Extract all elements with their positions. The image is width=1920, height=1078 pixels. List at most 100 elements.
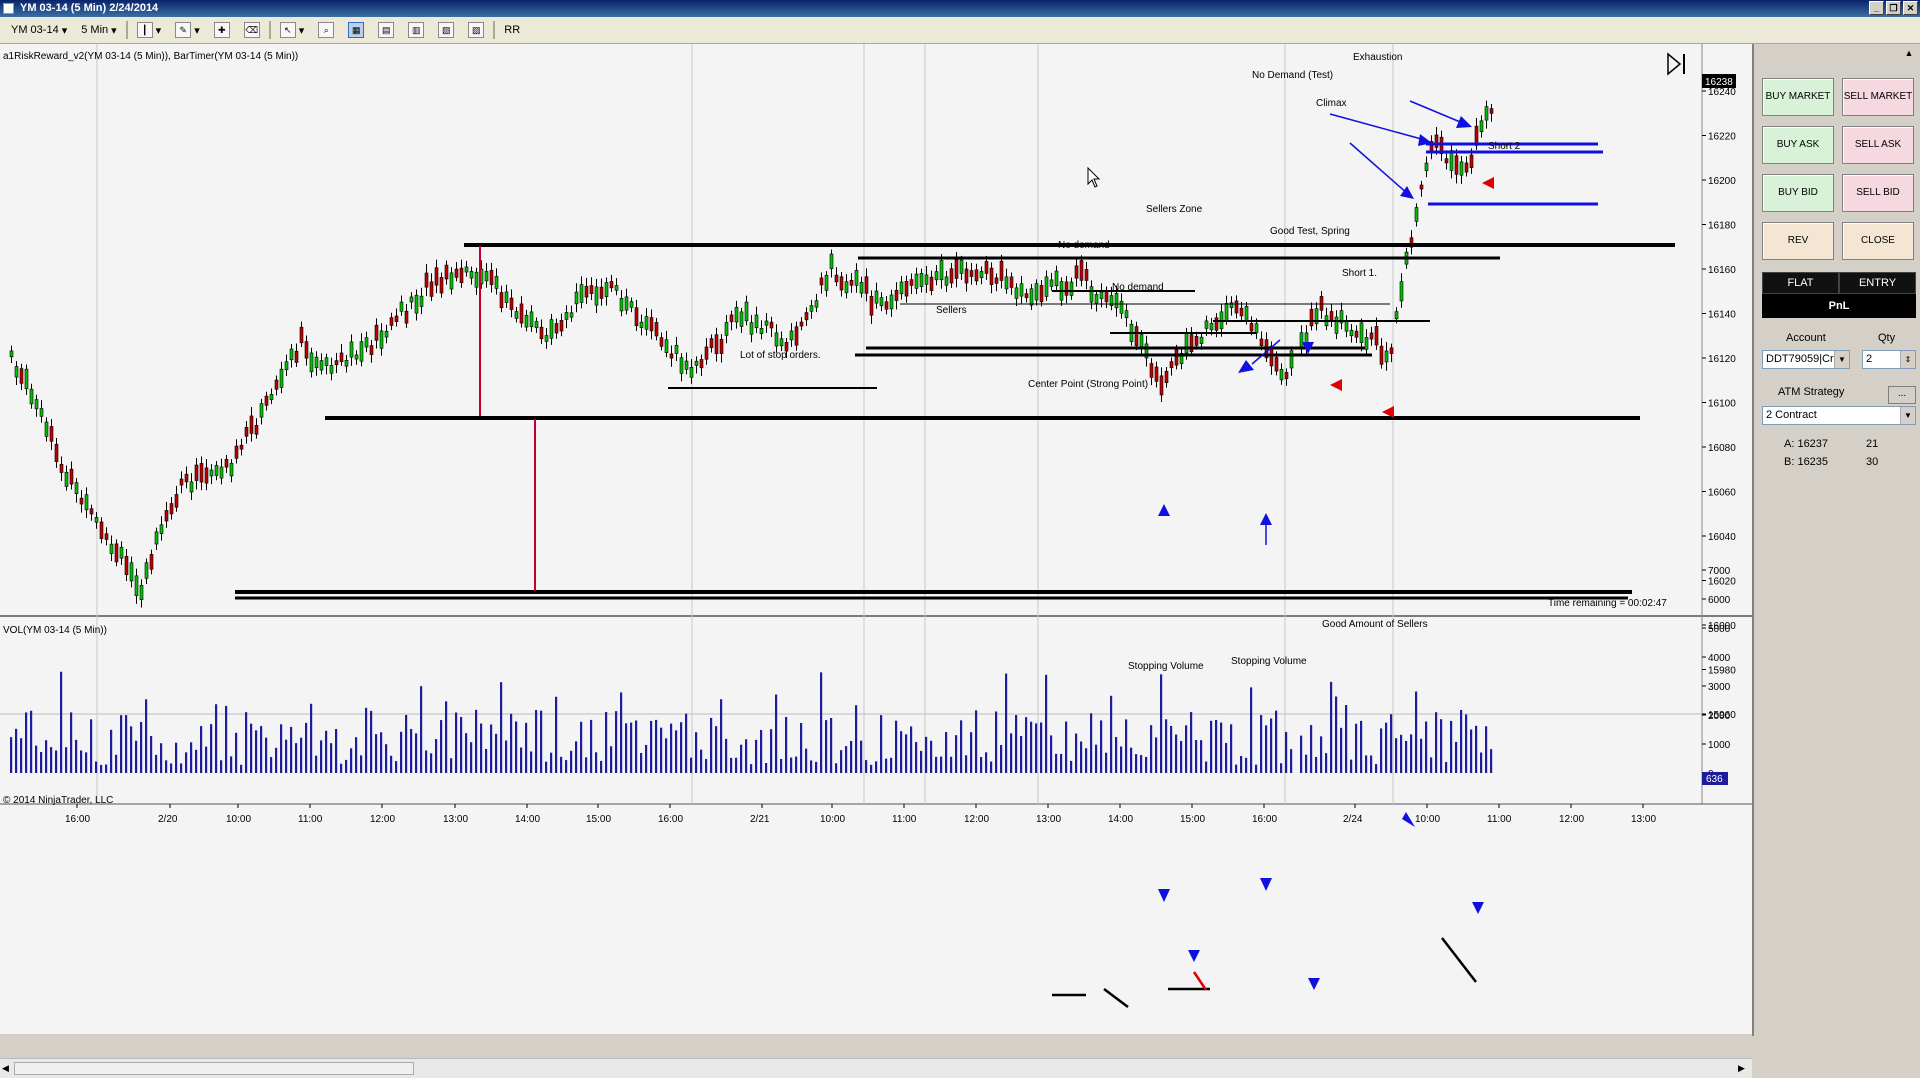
sell-bid-button[interactable]: SELL BID: [1842, 174, 1914, 212]
volume-bar: [1165, 719, 1168, 773]
annotation-no-demand-2: No demand: [1112, 282, 1164, 293]
volume-bar: [565, 760, 568, 773]
volume-bar: [230, 756, 233, 773]
volume-bar: [1285, 731, 1288, 773]
buy-market-button[interactable]: BUY MARKET: [1762, 78, 1834, 116]
volume-bar: [420, 686, 423, 773]
volume-bar: [925, 736, 928, 773]
price-tick: 16180: [1702, 221, 1736, 232]
volume-bar: [700, 749, 703, 773]
remove-drawings-button[interactable]: ⌫: [239, 20, 265, 40]
volume-tick-label: 3000: [1708, 682, 1731, 693]
volume-bar: [145, 699, 148, 773]
volume-bar: [365, 707, 368, 773]
zoom-button[interactable]: ⌕: [313, 20, 339, 40]
scroll-left-icon[interactable]: ◀: [2, 1063, 12, 1074]
volume-bar: [75, 739, 78, 773]
restore-button[interactable]: ❐: [1886, 1, 1901, 15]
window-title: YM 03-14 (5 Min) 2/24/2014: [20, 2, 159, 14]
volume-bar: [570, 750, 573, 773]
volume-bar: [40, 752, 43, 773]
chart-canvas[interactable]: a1RiskReward_v2(YM 03-14 (5 Min)), BarTi…: [0, 44, 1752, 1014]
volume-bar: [1010, 733, 1013, 773]
entry-tab[interactable]: ENTRY: [1839, 272, 1916, 294]
annotation-sellers-zone: Sellers Zone: [1146, 204, 1203, 215]
sell-market-button[interactable]: SELL MARKET: [1842, 78, 1914, 116]
volume-bar: [960, 720, 963, 773]
volume-bar: [305, 722, 308, 773]
volume-bar: [905, 734, 908, 773]
chart-trader-button[interactable]: ▦: [343, 20, 369, 40]
volume-bar: [1275, 710, 1278, 773]
flat-tab[interactable]: FLAT: [1762, 272, 1839, 294]
rr-button[interactable]: RR: [499, 20, 525, 40]
atm-strategy-options-button[interactable]: ...: [1888, 386, 1916, 404]
volume-bar: [315, 755, 318, 773]
annotation-stop-orders: Lot of stop orders.: [740, 350, 821, 361]
cursor-mode-button[interactable]: ↖ ▾: [275, 20, 310, 40]
volume-bar: [1125, 719, 1128, 773]
stepper-icon[interactable]: ⇕: [1900, 351, 1915, 368]
volume-bar: [380, 732, 383, 773]
add-marker-button[interactable]: ✚: [209, 20, 235, 40]
volume-bar: [530, 751, 533, 773]
volume-bar: [1130, 747, 1133, 773]
volume-bar: [945, 732, 948, 773]
volume-bar: [320, 740, 323, 773]
scrollbar-thumb[interactable]: [14, 1062, 414, 1075]
chart-area[interactable]: a1RiskReward_v2(YM 03-14 (5 Min)), BarTi…: [0, 44, 1752, 1078]
volume-bar: [495, 733, 498, 773]
volume-bar: [1210, 720, 1213, 773]
account-select[interactable]: DDT79059|Cr ▼: [1762, 350, 1850, 369]
volume-bar: [1460, 709, 1463, 773]
volume-bar: [105, 764, 108, 773]
volume-bar: [1145, 756, 1148, 773]
volume-bar: [1000, 745, 1003, 773]
volume-bar: [240, 764, 243, 773]
time-tick-label: 16:00: [1252, 814, 1277, 825]
interval-selector[interactable]: 5 Min ▾: [76, 20, 121, 40]
strategies-button[interactable]: ▥: [403, 20, 429, 40]
time-tick-label: 11:00: [298, 814, 323, 825]
volume-bar: [1035, 723, 1038, 773]
time-tick-label: 10:00: [1415, 814, 1440, 825]
properties-button[interactable]: ▧: [433, 20, 459, 40]
chart-style-button[interactable]: ┃ ▾: [132, 20, 167, 40]
sell-ask-button[interactable]: SELL ASK: [1842, 126, 1914, 164]
volume-bar: [690, 757, 693, 773]
close-window-button[interactable]: ✕: [1903, 1, 1918, 15]
volume-bar: [1040, 722, 1043, 773]
annotation-no-demand-1: No demand: [1058, 240, 1110, 251]
drawing-tool-button[interactable]: ✎ ▾: [170, 20, 205, 40]
scroll-right-icon[interactable]: ▶: [1738, 1063, 1748, 1074]
close-position-button[interactable]: CLOSE: [1842, 222, 1914, 260]
volume-bar: [60, 671, 63, 773]
volume-bar: [490, 724, 493, 773]
reverse-button[interactable]: REV: [1762, 222, 1834, 260]
chart-toolbar: YM 03-14 ▾ 5 Min ▾ ┃ ▾ ✎ ▾ ✚ ⌫ ↖ ▾ ⌕ ▦ ▤ ▥ ▧ …: [0, 17, 1920, 44]
volume-bar: [785, 717, 788, 773]
qty-stepper[interactable]: 2 ⇕: [1862, 350, 1916, 369]
volume-bar: [1290, 749, 1293, 773]
chevron-down-icon[interactable]: ▼: [1834, 351, 1849, 368]
volume-bar: [760, 729, 763, 773]
data-box-button[interactable]: ▨: [463, 20, 489, 40]
panel-scroll-up-icon[interactable]: ▲: [1902, 48, 1916, 62]
indicators-button[interactable]: ▤: [373, 20, 399, 40]
volume-bar: [300, 737, 303, 773]
buy-ask-button[interactable]: BUY ASK: [1762, 126, 1834, 164]
buy-bid-button[interactable]: BUY BID: [1762, 174, 1834, 212]
volume-bar: [65, 747, 68, 773]
instrument-selector[interactable]: YM 03-14 ▾: [6, 20, 72, 40]
horizontal-scrollbar[interactable]: ◀ ▶: [0, 1058, 1752, 1078]
sell-bid-label: SELL BID: [1856, 187, 1900, 198]
minimize-button[interactable]: _: [1869, 1, 1884, 15]
volume-bar: [445, 701, 448, 773]
instrument-label: YM 03-14: [11, 24, 59, 36]
volume-bar: [235, 732, 238, 773]
volume-bar: [980, 757, 983, 773]
volume-bar: [1260, 715, 1263, 773]
atm-strategy-select[interactable]: 2 Contract ▼: [1762, 406, 1916, 425]
chevron-down-icon[interactable]: ▼: [1900, 407, 1915, 424]
volume-bar: [610, 746, 613, 773]
